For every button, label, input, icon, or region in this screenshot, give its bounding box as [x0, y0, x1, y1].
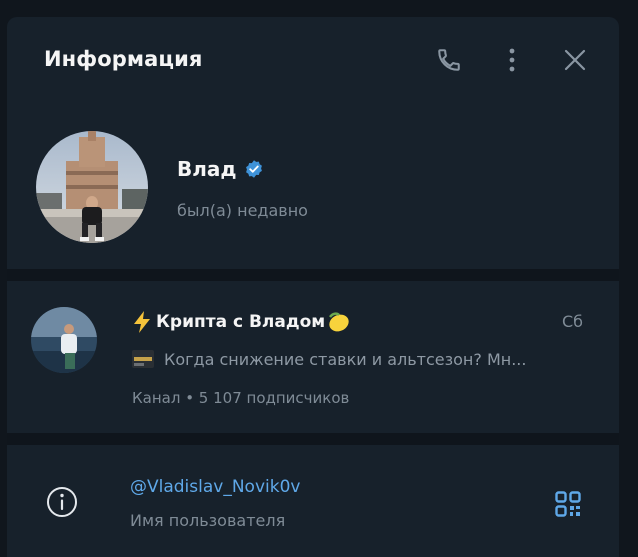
username-section: @Vladislav_Novik0v Имя пользователя	[7, 447, 619, 557]
username-link[interactable]: @Vladislav_Novik0v	[130, 477, 300, 497]
info-circle-icon	[47, 487, 77, 517]
profile-name: Влад	[177, 157, 237, 181]
avatar[interactable]	[36, 131, 148, 243]
channel-title: Крипта с Владом	[156, 312, 326, 332]
channel-preview-row: Когда снижение ставки и альтсезон? Мн...	[132, 349, 587, 369]
lemon-emoji	[329, 312, 349, 332]
phone-icon	[438, 49, 460, 71]
panel-header: Информация	[7, 17, 619, 105]
close-button[interactable]	[560, 45, 590, 75]
close-icon	[564, 49, 586, 71]
channel-date: Сб	[561, 312, 583, 331]
more-options-button[interactable]	[497, 45, 527, 75]
personal-channel-card[interactable]: Крипта с Владом Сб Когда снижение ставки…	[7, 281, 619, 433]
section-divider	[7, 269, 619, 281]
info-panel: Информация Влад был(а) недавно Крипта с …	[7, 17, 619, 557]
channel-avatar-photo	[31, 307, 97, 373]
avatar-photo	[36, 131, 148, 243]
channel-message-preview: Когда снижение ставки и альтсезон? Мн...	[164, 349, 527, 369]
verified-badge-icon	[245, 160, 262, 178]
lightning-emoji	[134, 311, 150, 333]
channel-subtitle: Канал • 5 107 подписчиков	[132, 389, 350, 407]
panel-title: Информация	[44, 47, 203, 71]
profile-section: Влад был(а) недавно	[7, 105, 619, 269]
section-divider	[7, 433, 619, 445]
name-row: Влад	[177, 157, 264, 181]
username-label: Имя пользователя	[130, 511, 286, 530]
call-button[interactable]	[434, 45, 464, 75]
profile-status: был(а) недавно	[177, 201, 308, 220]
media-thumbnail-icon	[132, 350, 154, 368]
qr-code-icon[interactable]	[555, 491, 581, 517]
channel-avatar	[31, 307, 97, 373]
more-vertical-icon	[509, 48, 515, 72]
channel-title-row: Крипта с Владом	[132, 311, 351, 333]
